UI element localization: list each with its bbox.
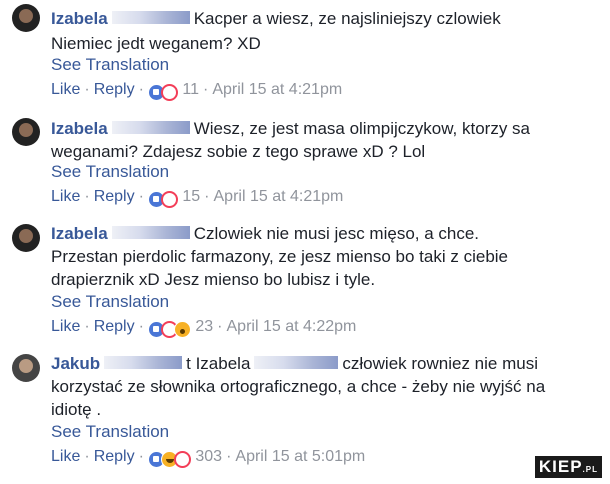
love-icon	[160, 84, 178, 101]
timestamp[interactable]: April 15 at 4:22pm	[227, 318, 357, 335]
comment-text-line: drapierznik xD Jesz mienso bo lubisz i t…	[51, 270, 376, 289]
reply-button[interactable]: Reply	[94, 81, 135, 98]
site-watermark-logo: KIEP.PL	[534, 456, 602, 478]
like-button[interactable]: Like	[51, 81, 80, 98]
see-translation-link[interactable]: See Translation	[51, 162, 169, 182]
redacted-surname	[104, 356, 183, 369]
reply-button[interactable]: Reply	[94, 188, 135, 205]
redacted-surname	[111, 121, 190, 134]
comment-text-line: idiotę .	[51, 400, 102, 419]
author-name[interactable]: Jakub	[51, 354, 100, 373]
comment-text-line: Izabela Wiesz, ze jest masa olimpijczykow…	[51, 119, 531, 138]
comment-text-line: Jakub t Izabela człowiek rowniez nie musi	[51, 354, 538, 373]
comment-actions: Like · Reply · 23 · April 15 at 4:22pm	[51, 318, 356, 339]
reactions[interactable]	[147, 451, 191, 469]
like-button[interactable]: Like	[51, 448, 80, 465]
reactions[interactable]	[147, 191, 178, 209]
comment-text-line: korzystać ze słownika ortograficznego, a…	[51, 377, 546, 396]
reply-button[interactable]: Reply	[94, 448, 135, 465]
comment-actions: Like · Reply · 11 · April 15 at 4:21pm	[51, 81, 342, 102]
love-icon	[160, 191, 178, 208]
comment-text-line: Izabela Kacper a wiesz, ze najsliniejszy …	[51, 9, 501, 28]
see-translation-link[interactable]: See Translation	[51, 422, 169, 442]
comment-text-line: weganami? Zdajesz sobie z tego sprawe xD…	[51, 142, 426, 161]
author-name[interactable]: Izabela	[51, 119, 108, 138]
comment-text-line: Niemiec jedt weganem? XD	[51, 34, 261, 53]
reactions[interactable]	[147, 321, 191, 339]
like-button[interactable]: Like	[51, 318, 80, 335]
reply-button[interactable]: Reply	[94, 318, 135, 335]
see-translation-link[interactable]: See Translation	[51, 55, 169, 75]
avatar[interactable]	[12, 224, 40, 252]
wow-icon	[173, 321, 191, 338]
see-translation-link[interactable]: See Translation	[51, 292, 169, 312]
comment-text-line: Przestan pierdolic farmazony, ze jesz mi…	[51, 247, 508, 266]
avatar[interactable]	[12, 118, 40, 146]
reaction-count[interactable]: 23	[195, 318, 213, 335]
redacted-surname	[111, 226, 190, 239]
comment-actions: Like · Reply · 15 · April 15 at 4:21pm	[51, 188, 343, 209]
author-name[interactable]: Izabela	[51, 9, 108, 28]
reaction-count[interactable]: 15	[182, 188, 200, 205]
comment-text-line: Izabela Czlowiek nie musi jesc mięso, a c…	[51, 224, 480, 243]
avatar[interactable]	[12, 354, 40, 382]
avatar[interactable]	[12, 4, 40, 32]
love-icon	[173, 451, 191, 468]
comment-actions: Like · Reply · 303 · April 15 at 5:01pm	[51, 448, 365, 469]
timestamp[interactable]: April 15 at 4:21pm	[214, 188, 344, 205]
mention: t Izabela	[186, 354, 251, 373]
reactions[interactable]	[147, 84, 178, 102]
author-name[interactable]: Izabela	[51, 224, 108, 243]
redacted-surname	[254, 356, 339, 369]
timestamp[interactable]: April 15 at 4:21pm	[212, 81, 342, 98]
reaction-count[interactable]: 11	[182, 81, 199, 98]
redacted-surname	[111, 11, 190, 24]
reaction-count[interactable]: 303	[195, 448, 222, 465]
like-button[interactable]: Like	[51, 188, 80, 205]
timestamp[interactable]: April 15 at 5:01pm	[235, 448, 365, 465]
